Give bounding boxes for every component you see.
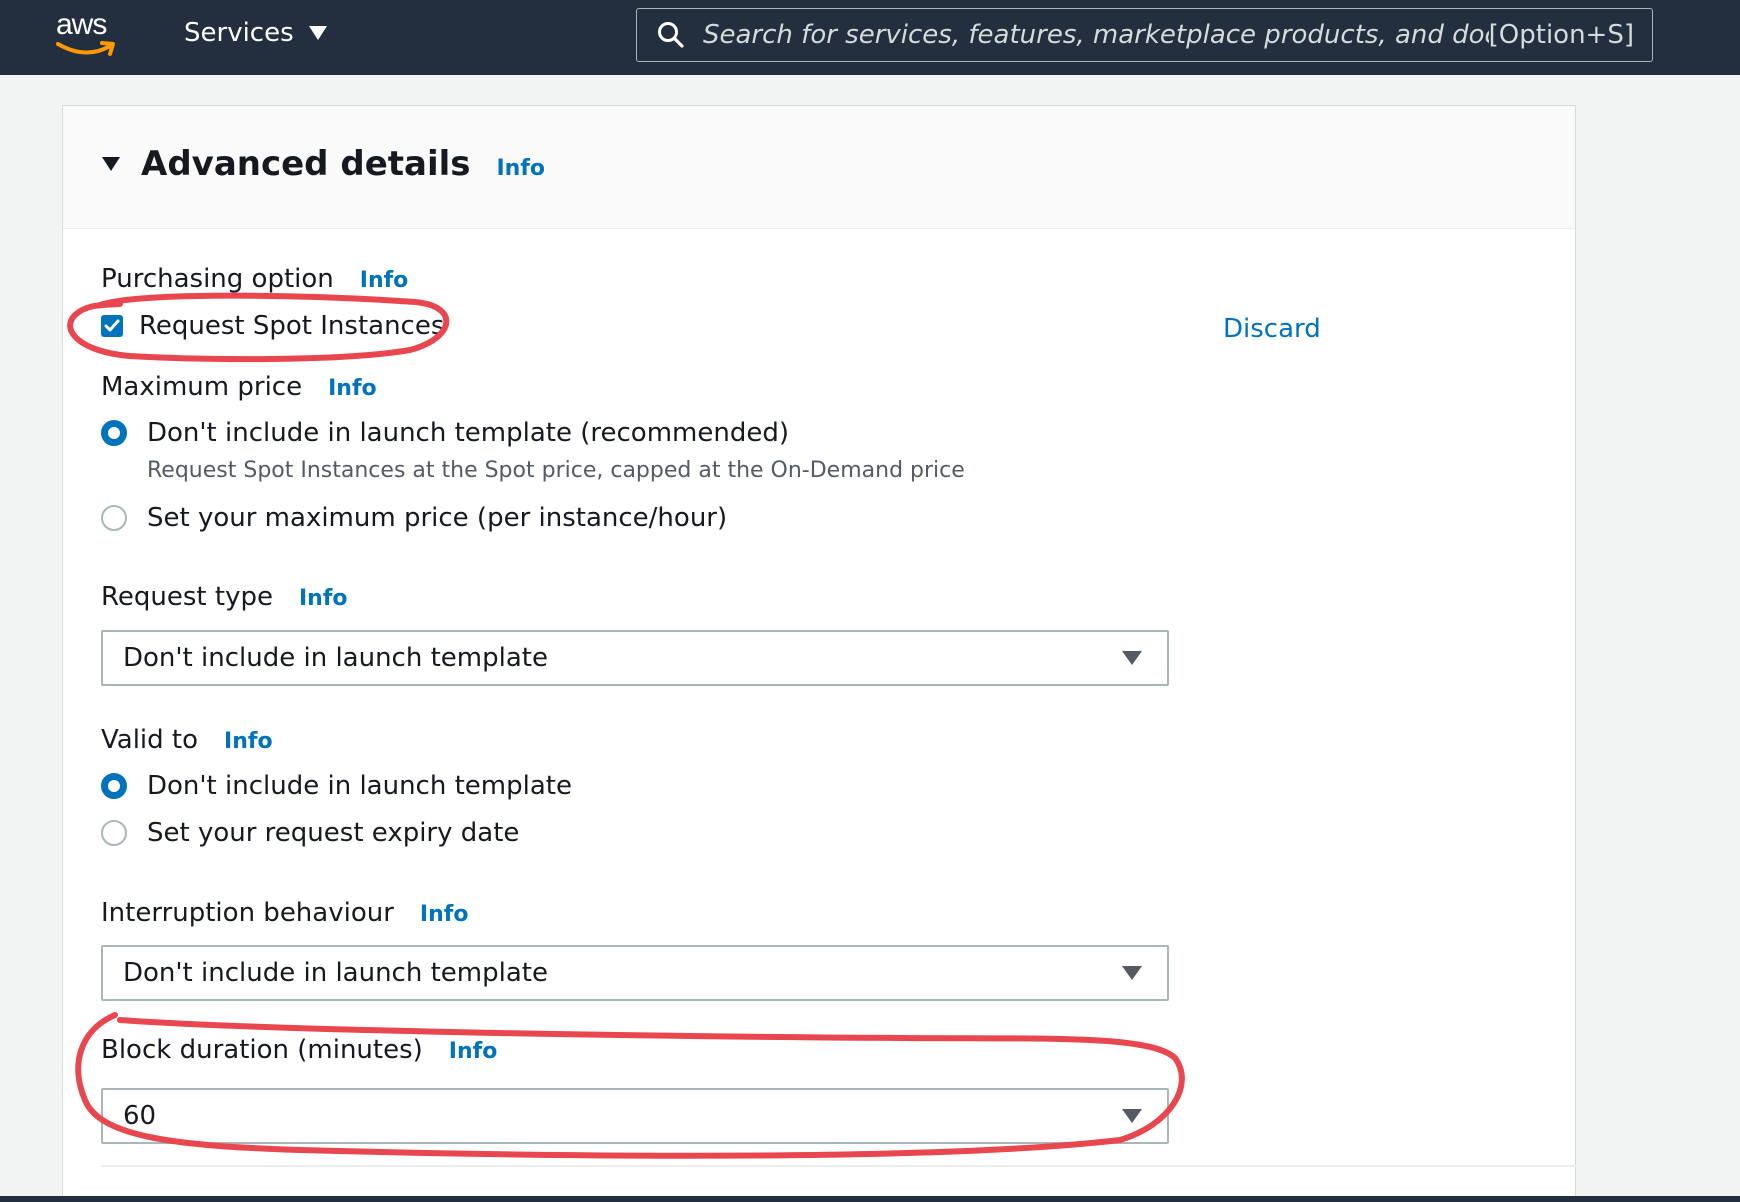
advanced-details-panel: Advanced details Info Purchasing option In…	[62, 105, 1577, 1202]
dropdown-arrow-icon	[1121, 650, 1143, 666]
dropdown-arrow-icon	[1121, 965, 1143, 981]
block-duration-text: Block duration (minutes)	[101, 1035, 423, 1065]
aws-logo[interactable]: aws	[56, 8, 122, 58]
max-price-option-dont-include[interactable]: Don't include in launch template (recomm…	[101, 418, 789, 448]
max-price-option-label: Set your maximum price (per instance/hou…	[147, 503, 728, 533]
valid-to-option-dont-include[interactable]: Don't include in launch template	[101, 771, 572, 801]
valid-to-text: Valid to	[101, 725, 199, 755]
request-spot-instances-checkbox[interactable]: Request Spot Instances	[101, 311, 444, 341]
section-divider	[101, 1165, 1577, 1167]
radio-selected[interactable]	[101, 420, 127, 446]
panel-info-link[interactable]: Info	[497, 156, 546, 181]
request-type-label: Request type Info	[101, 582, 348, 612]
maximum-price-info-link[interactable]: Info	[328, 376, 377, 401]
valid-to-option-label: Don't include in launch template	[147, 771, 572, 801]
valid-to-option-set-expiry[interactable]: Set your request expiry date	[101, 818, 519, 848]
max-price-option-description: Request Spot Instances at the Spot price…	[147, 458, 965, 483]
services-menu-button[interactable]: Services	[184, 18, 328, 48]
search-bar[interactable]: Search for services, features, marketpla…	[636, 8, 1653, 62]
search-input[interactable]: Search for services, features, marketpla…	[703, 20, 1489, 50]
max-price-option-set-max[interactable]: Set your maximum price (per instance/hou…	[101, 503, 727, 533]
radio-selected[interactable]	[101, 773, 127, 799]
max-price-option-label: Don't include in launch template (recomm…	[147, 418, 789, 448]
aws-logo-text: aws	[56, 8, 107, 41]
discard-link[interactable]: Discard	[1223, 314, 1321, 344]
valid-to-info-link[interactable]: Info	[224, 729, 273, 754]
purchasing-info-link[interactable]: Info	[360, 268, 409, 293]
interruption-behaviour-text: Interruption behaviour	[101, 898, 394, 928]
block-duration-info-link[interactable]: Info	[449, 1039, 498, 1064]
top-navigation-bar: aws Services Search for services, featur…	[0, 0, 1740, 75]
search-shortcut-hint: [Option+S]	[1488, 20, 1634, 50]
request-type-info-link[interactable]: Info	[299, 586, 348, 611]
purchasing-option-label: Purchasing option Info	[101, 264, 408, 294]
caret-down-icon	[308, 26, 327, 40]
bottom-edge-bar	[0, 1196, 1740, 1202]
panel-title-text: Advanced details	[141, 144, 471, 184]
request-type-value: Don't include in launch template	[123, 643, 548, 673]
radio-unselected[interactable]	[101, 820, 127, 846]
block-duration-value: 60	[123, 1101, 157, 1131]
panel-header[interactable]: Advanced details Info	[63, 106, 1575, 229]
maximum-price-text: Maximum price	[101, 372, 303, 402]
purchasing-option-text: Purchasing option	[101, 264, 334, 294]
interruption-info-link[interactable]: Info	[420, 902, 469, 927]
block-duration-label: Block duration (minutes) Info	[101, 1035, 497, 1065]
caret-down-icon[interactable]	[101, 156, 121, 172]
request-spot-instances-label: Request Spot Instances	[139, 311, 445, 341]
request-type-text: Request type	[101, 582, 273, 612]
services-label: Services	[184, 18, 294, 48]
aws-smile-icon	[56, 41, 115, 56]
interruption-behaviour-value: Don't include in launch template	[123, 958, 548, 988]
radio-unselected[interactable]	[101, 505, 127, 531]
panel-title: Advanced details Info	[141, 144, 545, 184]
checkbox-checked[interactable]	[101, 315, 123, 337]
request-type-select[interactable]: Don't include in launch template	[101, 630, 1169, 686]
valid-to-option-label: Set your request expiry date	[147, 818, 520, 848]
interruption-behaviour-label: Interruption behaviour Info	[101, 898, 468, 928]
valid-to-label: Valid to Info	[101, 725, 273, 755]
maximum-price-label: Maximum price Info	[101, 372, 377, 402]
interruption-behaviour-select[interactable]: Don't include in launch template	[101, 945, 1169, 1001]
search-icon	[657, 21, 685, 49]
checkmark-icon	[104, 319, 120, 332]
dropdown-arrow-icon	[1121, 1108, 1143, 1124]
block-duration-select[interactable]: 60	[101, 1088, 1169, 1144]
